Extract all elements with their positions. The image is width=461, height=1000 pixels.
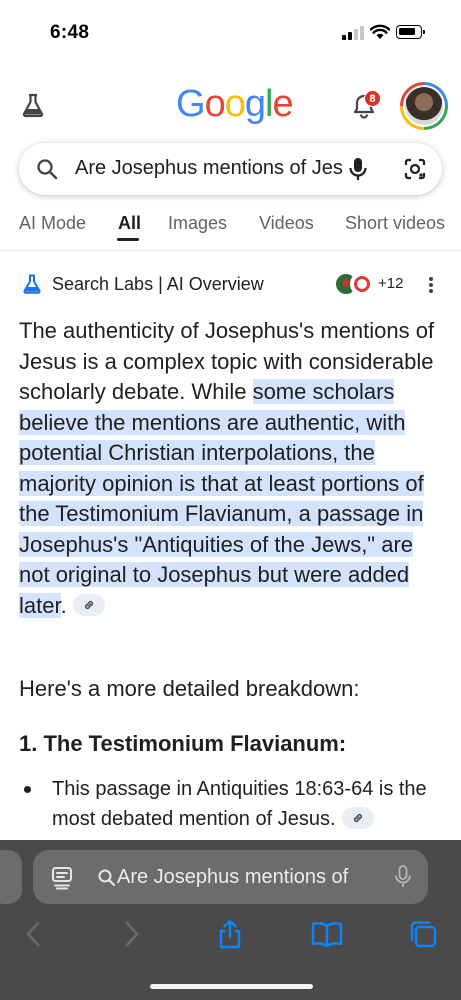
bookmarks-icon[interactable] [310,918,344,950]
page-menu-icon[interactable] [51,866,73,890]
microphone-icon[interactable] [393,864,413,890]
status-time: 6:48 [50,22,90,43]
share-icon[interactable] [215,918,245,950]
link-icon [84,600,93,609]
cellular-signal-icon [342,26,366,40]
google-logo[interactable]: Google [176,83,294,126]
citation-link-button[interactable] [72,593,105,616]
ai-overview-title: Search Labs | AI Overview [52,274,264,294]
link-icon [353,813,362,822]
wifi-icon [370,24,390,39]
bullet-marker [24,786,31,793]
breakdown-intro: Here's a more detailed breakdown: [19,676,360,701]
search-labs-flask-icon [23,274,41,294]
tab-all[interactable]: All [118,213,141,234]
notification-badge: 8 [364,90,381,107]
ai-overview-paragraph: The authenticity of Josephus's mentions … [19,316,443,621]
tabs-icon[interactable] [408,918,438,950]
tab-images[interactable]: Images [168,213,227,234]
previous-tab-preview[interactable] [0,850,22,904]
account-avatar[interactable] [400,82,448,130]
search-box[interactable]: Are Josephus mentions of Jesus authentic… [19,143,442,195]
google-header: Google 8 [0,80,461,134]
search-tabs: AI Mode All Images Videos Short videos [0,205,461,251]
tab-videos[interactable]: Videos [259,213,314,234]
source-avatar [350,272,374,296]
battery-icon [396,25,425,39]
section-heading: 1. The Testimonium Flavianum: [19,731,347,756]
more-options-icon[interactable] [424,274,438,296]
address-bar[interactable]: Are Josephus mentions of [33,850,428,904]
tab-ai-mode[interactable]: AI Mode [19,213,86,234]
search-input[interactable]: Are Josephus mentions of Jesus authentic… [75,157,343,180]
home-indicator [150,984,313,989]
search-icon [37,159,58,180]
browser-toolbar: Are Josephus mentions of [0,840,461,1000]
ai-overview-header: Search Labs | AI Overview +12 [0,266,461,302]
forward-arrow-icon[interactable] [117,918,147,950]
source-avatars[interactable] [334,272,374,296]
active-tab-indicator [117,238,139,241]
google-lens-icon[interactable] [402,156,428,182]
back-arrow-icon[interactable] [18,918,48,950]
highlighted-text: some scholars believe the mentions are a… [19,379,424,618]
overview-end-text: . [60,592,67,618]
source-count[interactable]: +12 [378,275,403,292]
search-icon [98,869,116,887]
search-labs-flask-icon[interactable] [18,90,48,120]
citation-link-button[interactable] [341,806,374,829]
voice-search-mic-icon[interactable] [346,156,370,182]
tab-short-videos[interactable]: Short videos [345,213,445,234]
status-bar: 6:48 [0,0,461,62]
address-bar-text[interactable]: Are Josephus mentions of [117,866,379,889]
list-item: This passage in Antiquities 18:63-64 is … [52,774,432,834]
